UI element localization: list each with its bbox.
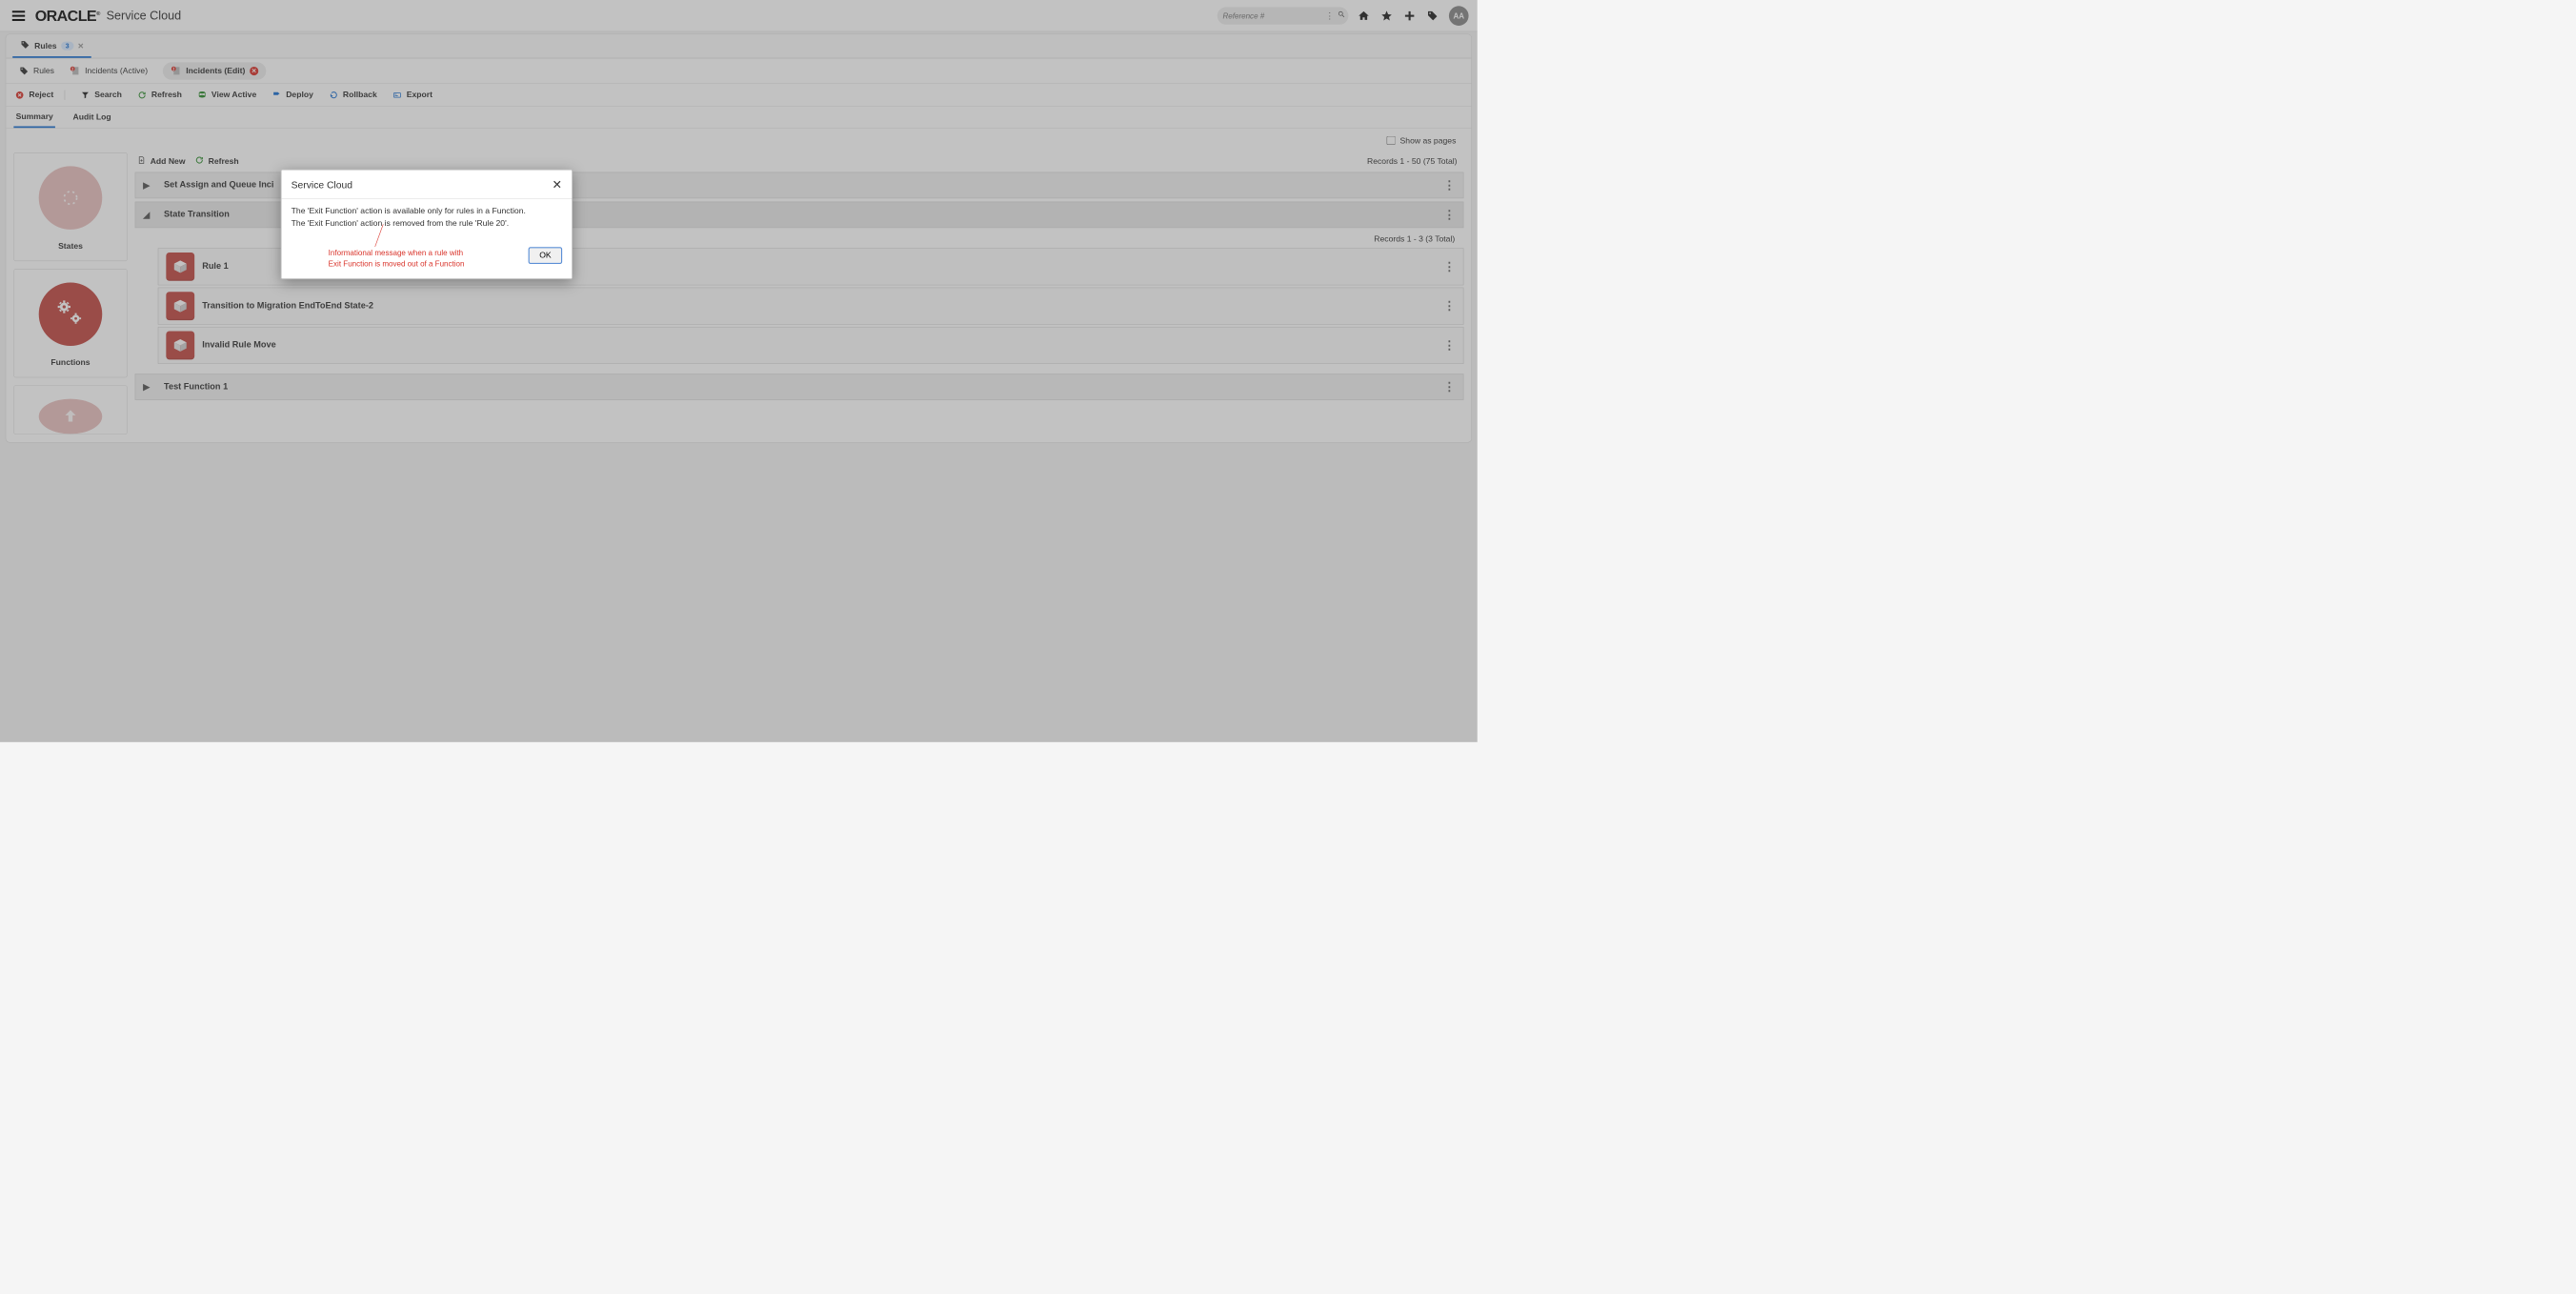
subtab-incidents-active[interactable]: Incidents (Active) [70, 66, 148, 76]
show-as-pages-checkbox[interactable] [1387, 136, 1396, 145]
deploy-button[interactable]: Deploy [272, 90, 313, 99]
tab-audit-log[interactable]: Audit Log [70, 108, 113, 127]
rule-label: Rule 1 [202, 262, 229, 272]
menu-hamburger-icon[interactable] [9, 6, 29, 26]
topbar-icons: AA [1358, 6, 1469, 26]
tag-icon [19, 66, 29, 75]
refresh-icon [137, 90, 147, 99]
user-avatar[interactable]: AA [1449, 6, 1469, 26]
document-plus-icon [137, 155, 146, 166]
rollback-button[interactable]: Rollback [329, 90, 377, 99]
functions-gears-icon [39, 282, 103, 346]
chevron-down-icon: ◢ [143, 210, 151, 220]
export-button[interactable]: Export [392, 90, 433, 99]
chevron-right-icon: ▶ [143, 381, 151, 392]
group-label: Set Assign and Queue Inci [164, 180, 273, 190]
kebab-menu-icon[interactable]: ⋮ [1443, 178, 1456, 192]
modal-text-line1: The 'Exit Function' action is available … [292, 206, 562, 217]
subtab-rules[interactable]: Rules [19, 66, 54, 75]
tag-icon [20, 40, 30, 52]
chevron-right-icon: ▶ [143, 180, 151, 191]
page-tab-label: Rules [34, 41, 56, 51]
tab-summary[interactable]: Summary [13, 107, 55, 128]
close-icon[interactable]: ✕ [553, 177, 563, 192]
add-new-button[interactable]: Add New [137, 155, 186, 166]
modal-title: Service Cloud [292, 179, 352, 191]
search-options-icon[interactable]: ⋮ [1325, 10, 1334, 21]
rule-label: Invalid Rule Move [202, 340, 276, 350]
card-partial[interactable] [13, 385, 127, 435]
refresh-icon [195, 155, 204, 166]
close-icon[interactable]: × [78, 41, 84, 51]
star-icon[interactable] [1380, 9, 1394, 22]
partial-circle-icon [39, 399, 103, 435]
app-title: Service Cloud [107, 9, 182, 23]
oracle-logo: ORACLE® [35, 7, 100, 24]
action-toolbar: Reject Search Refresh View Active [6, 84, 1471, 107]
subtab-label: Incidents (Edit) [186, 66, 245, 75]
page-tab-badge: 3 [61, 42, 73, 51]
rule-row[interactable]: Invalid Rule Move ⋮ [158, 327, 1464, 364]
kebab-menu-icon[interactable]: ⋮ [1443, 208, 1456, 222]
file-alert-icon [171, 66, 181, 76]
search-button[interactable]: Search [80, 90, 122, 99]
view-active-button[interactable]: View Active [197, 90, 256, 99]
database-icon [197, 90, 207, 99]
kebab-menu-icon[interactable]: ⋮ [1443, 380, 1456, 394]
section-tabs: Summary Audit Log [6, 107, 1471, 129]
card-label: Functions [50, 358, 90, 368]
kebab-menu-icon[interactable]: ⋮ [1443, 299, 1456, 313]
global-search[interactable]: ⋮ [1218, 7, 1349, 24]
left-sidebar: States Functions [13, 152, 127, 435]
group-label: State Transition [164, 210, 230, 219]
plus-icon[interactable] [1403, 9, 1417, 22]
page-tab-rules[interactable]: Rules 3 × [12, 35, 91, 58]
modal-header: Service Cloud ✕ [281, 170, 572, 198]
close-icon[interactable]: ✕ [250, 67, 258, 75]
filter-icon [80, 90, 90, 99]
group-label: Test Function 1 [164, 382, 228, 392]
sub-tabs: Rules Incidents (Active) Incidents (Edit… [6, 58, 1471, 83]
annotation-text: Informational message when a rule with E… [292, 247, 477, 269]
reject-icon [14, 90, 24, 99]
cube-icon [166, 332, 194, 360]
records-count-sub: Records 1 - 3 (3 Total) [1374, 234, 1455, 244]
kebab-menu-icon[interactable]: ⋮ [1443, 338, 1456, 353]
rule-label: Transition to Migration EndToEnd State-2 [202, 301, 373, 311]
subtab-label: Incidents (Active) [85, 66, 148, 75]
main-content: States Functions [6, 152, 1471, 442]
info-modal: Service Cloud ✕ The 'Exit Function' acti… [281, 170, 573, 279]
modal-text-line2: The 'Exit Function' action is removed fr… [292, 217, 562, 229]
show-as-pages-toggle[interactable]: Show as pages [1387, 136, 1457, 146]
rollback-icon [329, 90, 338, 99]
list-refresh-button[interactable]: Refresh [195, 155, 239, 166]
cube-icon [166, 292, 194, 320]
page-tabs: Rules 3 × [6, 34, 1471, 58]
card-label: States [58, 241, 83, 251]
kebab-menu-icon[interactable]: ⋮ [1443, 259, 1456, 273]
rule-row[interactable]: Transition to Migration EndToEnd State-2… [158, 288, 1464, 325]
modal-body: The 'Exit Function' action is available … [281, 199, 572, 279]
states-circle-icon [39, 166, 103, 230]
subtab-incidents-edit[interactable]: Incidents (Edit) ✕ [163, 62, 266, 79]
top-bar: ORACLE® Service Cloud ⋮ AA [0, 0, 1478, 31]
cube-icon [166, 253, 194, 281]
records-count-main: Records 1 - 50 (75 Total) [1367, 156, 1458, 166]
search-input[interactable] [1222, 11, 1321, 20]
reject-button[interactable]: Reject [14, 90, 65, 99]
file-alert-icon [70, 66, 80, 76]
tag-icon[interactable] [1426, 9, 1439, 22]
options-strip: Show as pages [6, 129, 1471, 152]
workspace: Rules 3 × Rules Incidents (Active) [6, 34, 1472, 443]
group-row[interactable]: ▶ Test Function 1 ⋮ [135, 374, 1464, 400]
search-icon[interactable] [1338, 10, 1345, 21]
card-functions[interactable]: Functions [13, 269, 127, 377]
deploy-icon [272, 90, 281, 99]
subtab-label: Rules [33, 66, 54, 75]
ok-button[interactable]: OK [529, 247, 562, 264]
card-states[interactable]: States [13, 152, 127, 261]
home-icon[interactable] [1358, 9, 1371, 22]
export-icon [392, 90, 402, 99]
refresh-button[interactable]: Refresh [137, 90, 182, 99]
